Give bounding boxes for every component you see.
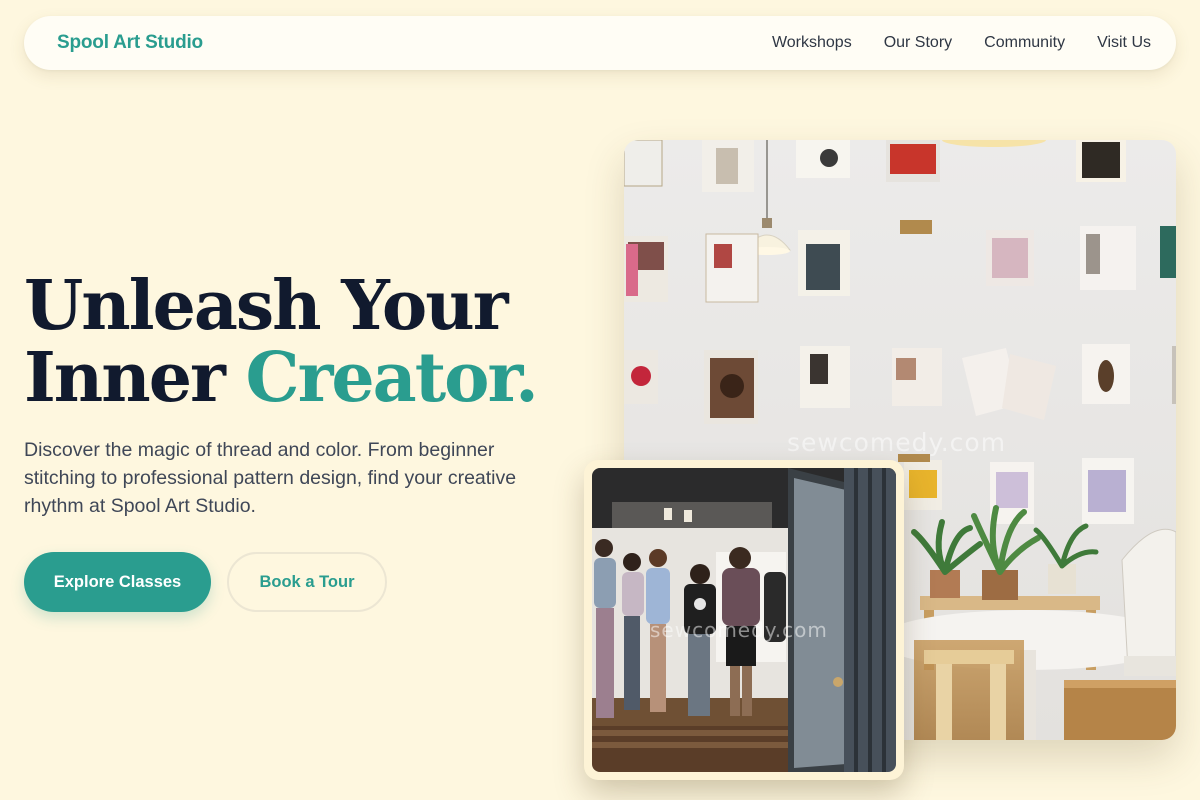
nav-link-visit-us[interactable]: Visit Us [1097, 34, 1151, 52]
hero-description: Discover the magic of thread and color. … [24, 439, 517, 517]
hero-title: Unleash Your Inner Creator. [24, 270, 539, 414]
explore-classes-button[interactable]: Explore Classes [24, 552, 211, 612]
nav-link-community[interactable]: Community [984, 34, 1065, 52]
nav-link-workshops[interactable]: Workshops [772, 34, 852, 52]
navbar: Spool Art Studio Workshops Our Story Com… [24, 16, 1176, 70]
brand-logo-link[interactable]: Spool Art Studio [57, 32, 203, 54]
hero-title-line2: Inner [24, 338, 246, 418]
nav-link-our-story[interactable]: Our Story [884, 34, 952, 52]
book-tour-button[interactable]: Book a Tour [227, 552, 387, 612]
hero-title-line1: Unleash Your [24, 266, 509, 346]
watermark: sewcomedy.com [787, 428, 1007, 457]
nav-links: Workshops Our Story Community Visit Us [772, 34, 1151, 52]
hero-title-accent: Creator. [245, 338, 538, 418]
gallery-visitors-image: sewcomedy.com [584, 460, 904, 780]
watermark-secondary: sewcomedy.com [650, 618, 828, 642]
